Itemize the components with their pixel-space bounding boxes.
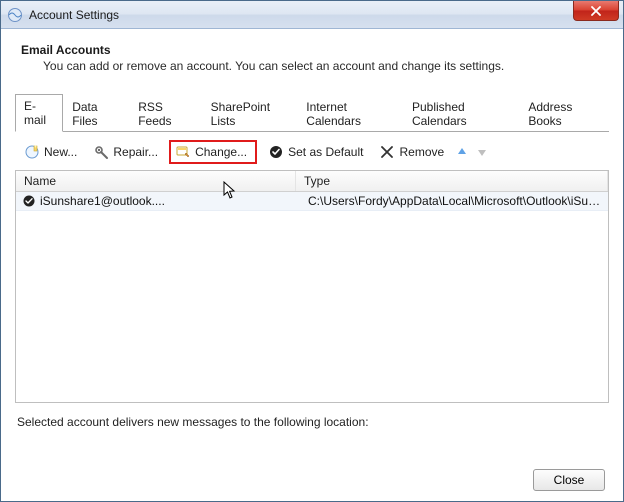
titlebar: Account Settings — [1, 1, 623, 29]
tabstrip: E-mail Data Files RSS Feeds SharePoint L… — [15, 93, 609, 132]
tab-published-calendars[interactable]: Published Calendars — [403, 95, 519, 132]
tab-internet-calendars[interactable]: Internet Calendars — [297, 95, 403, 132]
tab-data-files[interactable]: Data Files — [63, 95, 129, 132]
window-close-button[interactable] — [573, 1, 619, 21]
list-body: iSunshare1@outlook.... C:\Users\Fordy\Ap… — [16, 192, 608, 402]
table-row[interactable]: iSunshare1@outlook.... C:\Users\Fordy\Ap… — [16, 192, 608, 211]
row-name: iSunshare1@outlook.... — [40, 194, 306, 208]
delivery-location-label: Selected account delivers new messages t… — [17, 415, 609, 429]
new-label: New... — [44, 145, 77, 159]
move-down-button[interactable] — [475, 145, 489, 159]
change-icon — [175, 144, 191, 160]
dialog-buttons: Close — [15, 463, 609, 491]
content-area: Email Accounts You can add or remove an … — [1, 29, 623, 501]
toolbar: New... Repair... — [15, 132, 609, 170]
move-up-button[interactable] — [455, 145, 469, 159]
tab-address-books[interactable]: Address Books — [519, 95, 609, 132]
repair-label: Repair... — [113, 145, 158, 159]
page-subtitle: You can add or remove an account. You ca… — [43, 59, 609, 73]
set-default-icon — [268, 144, 284, 160]
change-button[interactable]: Change... — [169, 140, 257, 164]
app-icon — [7, 7, 23, 23]
column-header-name[interactable]: Name — [16, 171, 296, 191]
list-header: Name Type — [16, 171, 608, 192]
accounts-list: Name Type iSunshare1@outlook.... C:\User… — [15, 170, 609, 403]
account-settings-window: Account Settings Email Accounts You can … — [0, 0, 624, 502]
page-title: Email Accounts — [21, 43, 609, 57]
change-label: Change... — [195, 145, 247, 159]
tab-rss-feeds[interactable]: RSS Feeds — [129, 95, 201, 132]
remove-button[interactable]: Remove — [374, 141, 449, 163]
default-account-icon — [22, 194, 36, 208]
set-default-button[interactable]: Set as Default — [263, 141, 368, 163]
repair-icon — [93, 144, 109, 160]
tab-sharepoint-lists[interactable]: SharePoint Lists — [202, 95, 298, 132]
new-icon — [24, 144, 40, 160]
column-header-type[interactable]: Type — [296, 171, 608, 191]
tab-email[interactable]: E-mail — [15, 94, 63, 132]
repair-button[interactable]: Repair... — [88, 141, 163, 163]
remove-label: Remove — [399, 145, 444, 159]
close-button[interactable]: Close — [533, 469, 605, 491]
row-type: C:\Users\Fordy\AppData\Local\Microsoft\O… — [306, 194, 602, 208]
set-default-label: Set as Default — [288, 145, 363, 159]
window-title: Account Settings — [29, 7, 119, 22]
remove-icon — [379, 144, 395, 160]
new-button[interactable]: New... — [19, 141, 82, 163]
